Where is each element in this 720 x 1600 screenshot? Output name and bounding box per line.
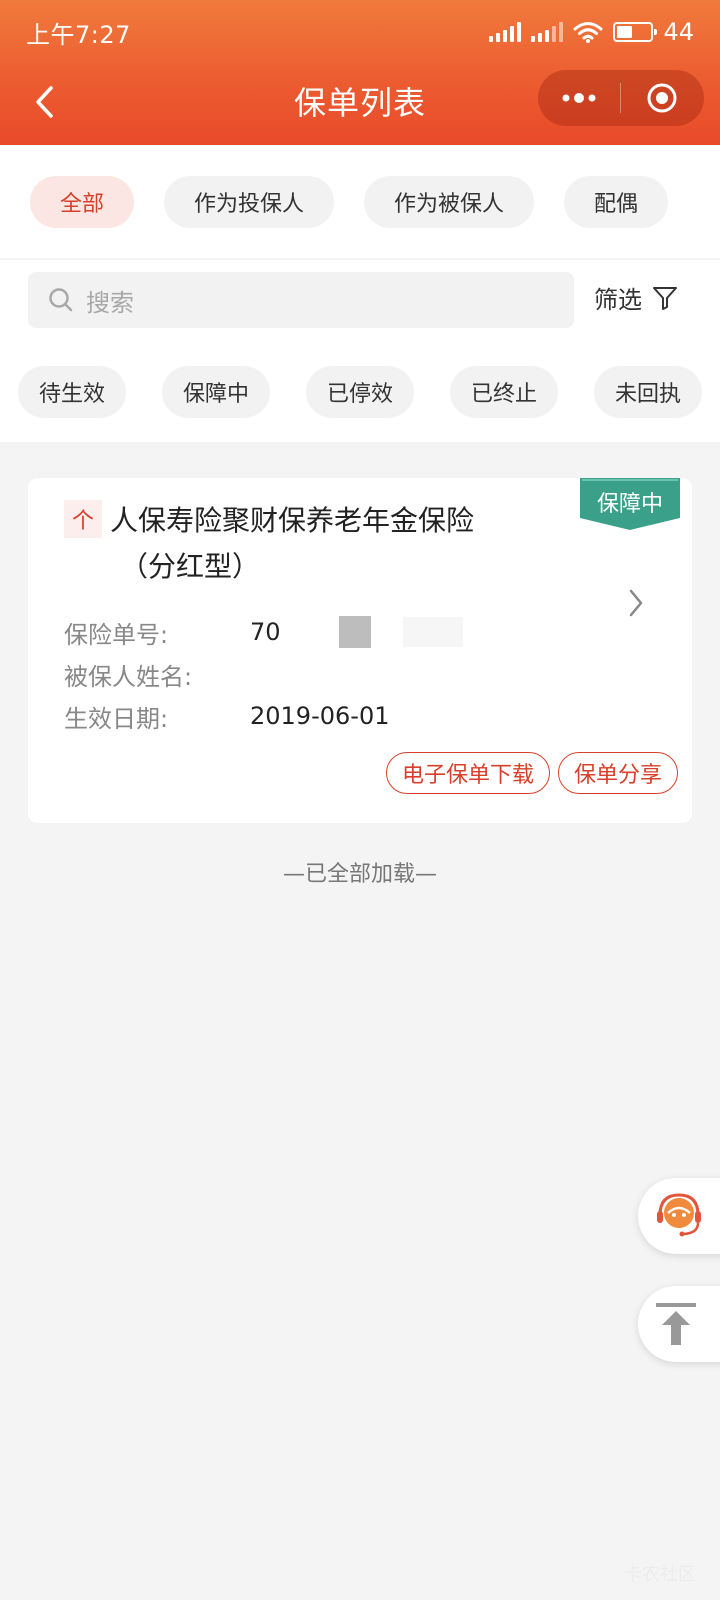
policy-title: 人保寿险聚财保养老年金保险 （分红型） xyxy=(110,498,530,590)
policy-card[interactable]: 保障中 个 人保寿险聚财保养老年金保险 （分红型） 保险单号: 70 被保人姓名… xyxy=(28,478,692,823)
redaction-mask xyxy=(338,616,371,648)
tab-as-policyholder[interactable]: 作为投保人 xyxy=(164,175,334,228)
tab-as-insured[interactable]: 作为被保人 xyxy=(364,175,534,228)
chip-active[interactable]: 保障中 xyxy=(162,366,270,418)
mini-program-capsule xyxy=(538,70,704,126)
signal-icon xyxy=(489,22,522,42)
chip-pending[interactable]: 待生效 xyxy=(18,366,126,418)
headset-agent-icon xyxy=(657,1193,701,1237)
chevron-right-icon[interactable] xyxy=(628,588,644,618)
battery-fill xyxy=(617,26,632,38)
battery-level: 44 xyxy=(663,18,694,46)
nav-bar: 保单列表 xyxy=(0,64,720,144)
status-filter-chips: 待生效 保障中 已停效 已终止 未回执 xyxy=(18,366,702,418)
effective-date-row: 生效日期: 2019-06-01 xyxy=(64,695,463,737)
search-area: 搜索 筛选 待生效 保障中 已停效 已终止 未回执 xyxy=(0,260,720,442)
back-to-top-button[interactable] xyxy=(638,1286,720,1362)
search-placeholder: 搜索 xyxy=(86,288,134,317)
policy-number-row: 保险单号: 70 xyxy=(64,611,463,653)
chip-terminated[interactable]: 已终止 xyxy=(450,366,558,418)
funnel-icon xyxy=(653,286,677,310)
policy-title-line1: 人保寿险聚财保养老年金保险 xyxy=(110,504,475,537)
policy-number-label: 保险单号: xyxy=(64,620,169,649)
status-badge: 保障中 xyxy=(580,478,680,530)
chip-suspended[interactable]: 已停效 xyxy=(306,366,414,418)
customer-service-button[interactable] xyxy=(638,1178,720,1254)
filter-label: 筛选 xyxy=(594,286,642,314)
header: 上午7:27 44 保单列表 xyxy=(0,0,720,145)
tab-spouse[interactable]: 配偶 xyxy=(564,175,668,228)
chip-no-receipt[interactable]: 未回执 xyxy=(594,366,702,418)
watermark: 卡农社区 xyxy=(624,1564,696,1585)
download-policy-button[interactable]: 电子保单下载 xyxy=(386,752,550,794)
status-icons: 44 xyxy=(489,18,694,46)
close-mini-program-button[interactable] xyxy=(621,70,703,126)
search-icon xyxy=(49,288,73,312)
policy-number-value: 70 xyxy=(250,618,281,646)
effective-date-label: 生效日期: xyxy=(64,704,169,733)
redaction-mask-light xyxy=(402,617,463,647)
all-loaded-text: —已全部加载— xyxy=(282,862,437,887)
signal-icon-2 xyxy=(531,22,564,42)
target-icon xyxy=(647,83,677,113)
effective-date-value: 2019-06-01 xyxy=(250,702,390,730)
filter-button[interactable]: 筛选 xyxy=(594,280,678,315)
status-bar: 上午7:27 44 xyxy=(0,0,720,64)
battery-icon xyxy=(613,22,658,42)
tab-all[interactable]: 全部 xyxy=(30,175,134,228)
more-button[interactable] xyxy=(538,70,620,126)
search-input[interactable]: 搜索 xyxy=(28,272,574,328)
share-policy-button[interactable]: 保单分享 xyxy=(558,752,678,794)
role-tabs: 全部 作为投保人 作为被保人 配偶 xyxy=(0,145,720,258)
arrow-up-icon xyxy=(656,1303,696,1345)
insured-name-label: 被保人姓名: xyxy=(64,662,193,691)
status-badge-text: 保障中 xyxy=(596,492,663,517)
individual-tag: 个 xyxy=(64,500,102,538)
policy-info: 保险单号: 70 被保人姓名: 生效日期: 2019-06-01 xyxy=(64,611,463,737)
more-icon xyxy=(562,93,596,103)
policy-title-line2: （分红型） xyxy=(120,550,261,583)
wifi-icon xyxy=(573,22,603,43)
policy-actions: 电子保单下载 保单分享 xyxy=(386,752,678,794)
insured-name-row: 被保人姓名: xyxy=(64,653,463,695)
status-time: 上午7:27 xyxy=(26,20,131,49)
